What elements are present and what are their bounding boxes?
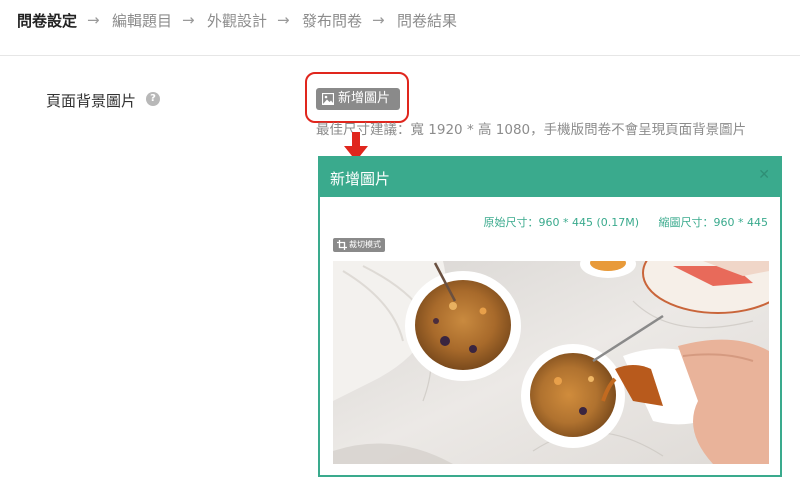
- original-size-text: 原始尺寸：960 * 445 (0.17M): [483, 216, 640, 229]
- step-edit-questions[interactable]: 編輯題目: [112, 11, 172, 31]
- crop-mode-label: 裁切模式: [349, 240, 381, 249]
- size-hint: 最佳尺寸建議：寬 1920 * 高 1080，手機版問卷不會呈現頁面背景圖片: [316, 122, 747, 138]
- scaled-size-text: 縮圖尺寸：960 * 445: [658, 216, 768, 229]
- background-image-preview[interactable]: [333, 261, 769, 464]
- background-image-label: 頁面背景圖片: [46, 92, 137, 110]
- highlight-box: [305, 72, 409, 123]
- close-icon[interactable]: ✕: [758, 167, 770, 183]
- add-image-modal: 新增圖片 ✕ 原始尺寸：960 * 445 (0.17M) 縮圖尺寸：960 *…: [318, 156, 782, 477]
- modal-title: 新增圖片: [330, 170, 391, 188]
- step-appearance-design[interactable]: 外觀設計: [207, 11, 267, 31]
- step-survey-settings[interactable]: 問卷設定: [17, 11, 77, 31]
- step-arrow-icon: →: [87, 11, 100, 29]
- step-navigation: 問卷設定 → 編輯題目 → 外觀設計 → 發布問卷 → 問卷結果: [0, 0, 800, 56]
- image-size-info: 原始尺寸：960 * 445 (0.17M) 縮圖尺寸：960 * 445: [483, 214, 768, 230]
- step-publish-survey[interactable]: 發布問卷: [302, 11, 362, 31]
- step-arrow-icon: →: [372, 11, 385, 29]
- help-icon[interactable]: ?: [146, 92, 160, 106]
- modal-header: 新增圖片 ✕: [320, 158, 780, 197]
- crop-icon: [337, 240, 347, 250]
- step-arrow-icon: →: [277, 11, 290, 29]
- step-survey-results[interactable]: 問卷結果: [397, 11, 457, 31]
- step-arrow-icon: →: [182, 11, 195, 29]
- crop-mode-button[interactable]: 裁切模式: [333, 238, 385, 252]
